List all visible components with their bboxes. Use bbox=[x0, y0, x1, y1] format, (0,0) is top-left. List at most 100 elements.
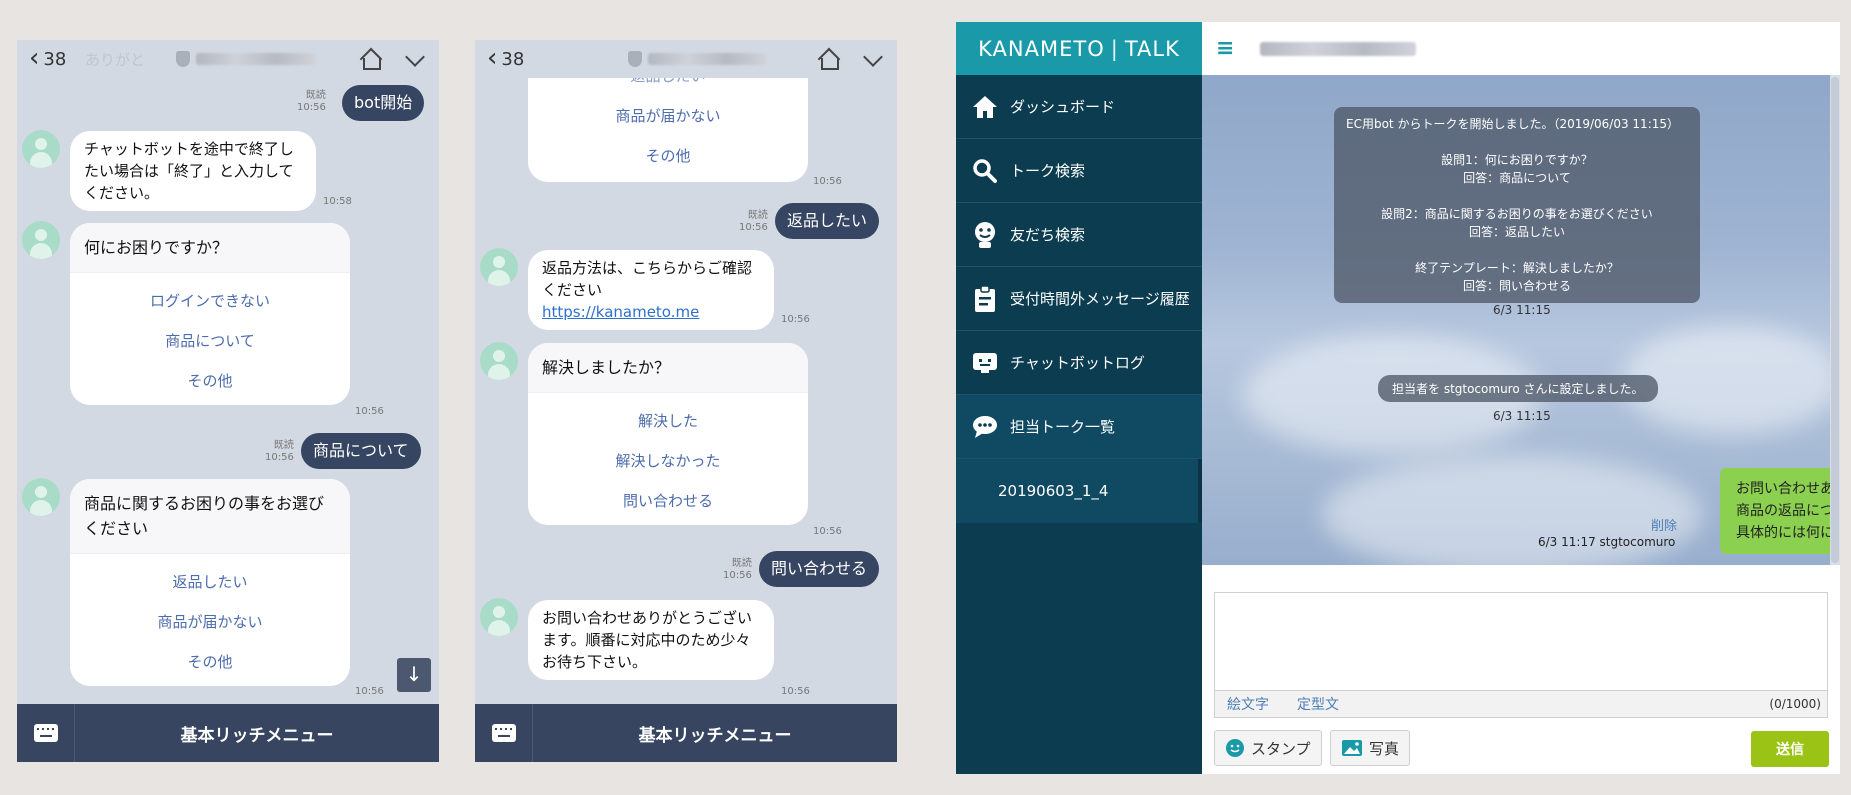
back-button[interactable]: ‹ 38 bbox=[487, 45, 525, 71]
nav-assigned-talks[interactable]: 担当トーク一覧 bbox=[956, 395, 1202, 459]
chevron-down-icon[interactable] bbox=[861, 48, 883, 70]
blurred-account-name bbox=[648, 53, 767, 65]
message-time: 10:56 bbox=[813, 526, 842, 537]
scroll-thumb[interactable] bbox=[1831, 77, 1839, 563]
message-time: 10:58 bbox=[323, 196, 352, 207]
chevron-down-icon[interactable] bbox=[403, 48, 425, 70]
rich-menu-bar: 基本リッチメニュー bbox=[17, 704, 439, 762]
option-solved[interactable]: 解決した bbox=[528, 401, 808, 441]
template-link[interactable]: 定型文 bbox=[1297, 694, 1339, 714]
read-receipt: 既読 10:56 bbox=[297, 90, 326, 113]
bot-avatar bbox=[22, 130, 60, 168]
shield-icon bbox=[628, 51, 643, 67]
logo: KANAMETO | TALK bbox=[956, 22, 1202, 75]
bot-icon bbox=[970, 348, 1000, 378]
option-inquire[interactable]: 問い合わせる bbox=[528, 481, 808, 521]
back-count: 38 bbox=[501, 48, 525, 70]
bot-avatar bbox=[22, 478, 60, 516]
line-chat-screen-2: ‹ 38 返品したい 商品が届かない その他 10:56 既読10:56 返品し… bbox=[475, 40, 897, 762]
keyboard-toggle[interactable] bbox=[17, 704, 75, 762]
line-chat-screen-1: ‹ 38 ありがと 既読 10:56 bot開始 チャットボットを途中で終了したい… bbox=[17, 40, 439, 762]
chevron-left-icon: ‹ bbox=[29, 42, 40, 73]
smiley-icon bbox=[970, 220, 1000, 250]
nav-friend-search[interactable]: 友だち検索 bbox=[956, 203, 1202, 267]
bot-message: 返品方法は、こちらからご確認ください https://kanameto.me bbox=[528, 250, 774, 330]
option-other[interactable]: その他 bbox=[528, 136, 808, 176]
photo-button[interactable]: 写真 bbox=[1330, 730, 1411, 766]
nav-dashboard[interactable]: ダッシュボード bbox=[956, 75, 1202, 139]
char-count: (0/1000) bbox=[1769, 697, 1821, 711]
message-time: 10:56 bbox=[781, 314, 810, 325]
option-return[interactable]: 返品したい bbox=[70, 562, 350, 602]
question-card: 返品したい 商品が届かない その他 bbox=[528, 78, 808, 182]
message-time: 10:56 bbox=[355, 686, 384, 697]
option-not-delivered[interactable]: 商品が届かない bbox=[70, 602, 350, 642]
rich-menu-label[interactable]: 基本リッチメニュー bbox=[75, 721, 439, 746]
chat-header: ‹ 38 bbox=[475, 40, 897, 78]
chat-history: EC用bot からトークを開始しました。（2019/06/03 11:15） 設… bbox=[1202, 75, 1840, 565]
search-icon bbox=[970, 156, 1000, 186]
composer-tools: 絵文字 定型文 (0/1000) bbox=[1214, 690, 1828, 718]
operator-reply: お問い合わせありがとうございます。 商品の返品についてお困りとのことですが、 具… bbox=[1720, 468, 1840, 554]
read-receipt: 既読 10:56 bbox=[739, 210, 768, 233]
send-button[interactable]: 送信 bbox=[1751, 731, 1829, 767]
chat-bubble-icon bbox=[970, 412, 1000, 442]
nav-chatbot-log[interactable]: チャットボットログ bbox=[956, 331, 1202, 395]
faded-header-text: ありがと bbox=[85, 50, 146, 69]
option-other[interactable]: その他 bbox=[70, 361, 350, 401]
message-time: 10:56 bbox=[781, 686, 810, 697]
talk-item[interactable]: 20190603_1_4 bbox=[956, 459, 1202, 523]
bot-avatar bbox=[22, 221, 60, 259]
option-not-solved[interactable]: 解決しなかった bbox=[528, 441, 808, 481]
nav-after-hours-history[interactable]: 受付時間外メッセージ履歴 bbox=[956, 267, 1202, 331]
question-card: 商品に関するお困りの事をお選びください 返品したい 商品が届かない その他 bbox=[70, 479, 350, 686]
bot-message: お問い合わせありがとうございます。順番に対応中のため少々お待ち下さい。 bbox=[528, 600, 774, 680]
card-title: 何にお困りですか？ bbox=[70, 223, 350, 273]
back-button[interactable]: ‹ 38 bbox=[29, 42, 67, 73]
option-login[interactable]: ログインできない bbox=[70, 281, 350, 321]
keyboard-icon bbox=[33, 724, 58, 742]
rich-menu-bar: 基本リッチメニュー bbox=[475, 704, 897, 762]
scroll-down-button[interactable]: ↓ bbox=[397, 658, 431, 692]
hamburger-icon[interactable]: ≡ bbox=[1216, 36, 1234, 61]
smiley-icon bbox=[1226, 739, 1244, 757]
option-not-delivered[interactable]: 商品が届かない bbox=[528, 96, 808, 136]
rich-menu-label[interactable]: 基本リッチメニュー bbox=[533, 721, 897, 746]
option-return[interactable]: 返品したい bbox=[528, 78, 808, 96]
stamp-button[interactable]: スタンプ bbox=[1214, 730, 1322, 766]
clipboard-icon bbox=[970, 284, 1000, 314]
home-icon bbox=[970, 92, 1000, 122]
chat-title bbox=[176, 51, 317, 67]
option-other[interactable]: その他 bbox=[70, 642, 350, 682]
home-icon[interactable] bbox=[359, 48, 381, 70]
image-icon bbox=[1342, 740, 1362, 756]
bot-avatar bbox=[480, 248, 518, 286]
keyboard-toggle[interactable] bbox=[475, 704, 533, 762]
chat-scrollbar[interactable] bbox=[1830, 75, 1840, 565]
question-card: 何にお困りですか？ ログインできない 商品について その他 bbox=[70, 223, 350, 405]
sent-message: 問い合わせる bbox=[759, 551, 880, 587]
keyboard-icon bbox=[491, 724, 516, 742]
read-receipt: 既読 10:56 bbox=[723, 558, 752, 581]
card-title: 商品に関するお困りの事をお選びください bbox=[70, 479, 350, 554]
delete-link[interactable]: 削除 bbox=[1651, 515, 1677, 534]
blurred-account-name bbox=[1260, 41, 1417, 56]
sidebar: KANAMETO | TALK ダッシュボード トーク検索 友だち検索 受付時間外メ… bbox=[956, 22, 1202, 774]
back-count: 38 bbox=[43, 48, 67, 70]
bot-avatar bbox=[480, 598, 518, 636]
kanameto-link[interactable]: https://kanameto.me bbox=[542, 301, 760, 323]
message-input[interactable] bbox=[1214, 592, 1828, 690]
home-icon[interactable] bbox=[817, 48, 839, 70]
emoji-link[interactable]: 絵文字 bbox=[1227, 694, 1269, 714]
sent-info: 6/3 11:17 stgtocomuro bbox=[1538, 535, 1676, 549]
kanameto-talk-app: KANAMETO | TALK ダッシュボード トーク検索 友だち検索 受付時間外メ… bbox=[956, 22, 1840, 774]
shield-icon bbox=[176, 51, 191, 67]
question-card: 解決しましたか？ 解決した 解決しなかった 問い合わせる bbox=[528, 343, 808, 525]
chat-header: ‹ 38 ありがと bbox=[17, 40, 439, 78]
nav-talk-search[interactable]: トーク検索 bbox=[956, 139, 1202, 203]
read-receipt: 既読 10:56 bbox=[265, 440, 294, 463]
chat-title bbox=[628, 51, 767, 67]
message-time: 10:56 bbox=[813, 176, 842, 187]
assignment-notice: 担当者を stgtocomuro さんに設定しました。 bbox=[1378, 375, 1658, 402]
option-product[interactable]: 商品について bbox=[70, 321, 350, 361]
